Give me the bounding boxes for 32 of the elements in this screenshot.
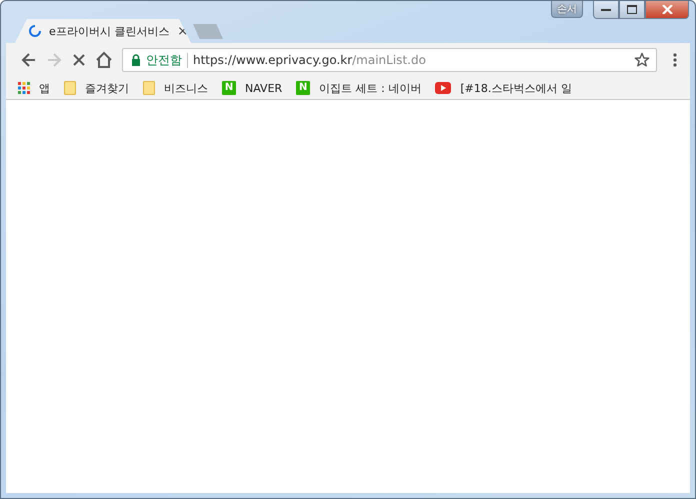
maximize-icon — [627, 5, 637, 14]
site-badge-icon: N — [296, 81, 310, 95]
bookmark-item[interactable]: N 이집트 세트 : 네이버 — [296, 80, 422, 96]
folder-icon — [143, 81, 155, 95]
url-text: https://www.eprivacy.go.kr/mainList.do — [193, 53, 427, 67]
bookmark-star-icon[interactable] — [634, 52, 650, 68]
bookmark-item[interactable]: N NAVER — [222, 81, 282, 95]
bookmark-label: NAVER — [245, 82, 282, 94]
close-icon — [662, 5, 672, 14]
bookmark-label: 즐겨찾기 — [85, 80, 129, 96]
site-badge-icon: N — [222, 81, 236, 95]
bookmark-label: [#18.스타벅스에서 일 — [460, 80, 572, 96]
bookmark-item[interactable]: 비즈니스 — [143, 80, 208, 96]
security-label: 안전함 — [146, 52, 182, 68]
apps-grid-icon — [18, 82, 30, 94]
maximize-button[interactable] — [619, 1, 645, 19]
back-icon[interactable] — [20, 51, 38, 69]
address-bar[interactable]: 안전함 https://www.eprivacy.go.kr/mainList.do — [122, 48, 657, 72]
close-button[interactable] — [645, 1, 689, 19]
bookmark-label: 비즈니스 — [164, 80, 208, 96]
tab-title: e프라이버시 클린서비스 — [49, 24, 170, 38]
folder-icon — [64, 81, 76, 95]
bookmark-item[interactable]: 즐겨찾기 — [64, 80, 129, 96]
menu-icon[interactable] — [672, 52, 678, 68]
play-button-icon — [435, 82, 452, 94]
bookmark-label: 앱 — [39, 80, 50, 96]
home-icon[interactable] — [95, 51, 113, 69]
bookmark-item[interactable]: 앱 — [18, 80, 50, 96]
bookmark-label: 이집트 세트 : 네이버 — [319, 80, 422, 96]
minimize-icon — [601, 8, 611, 12]
bookmark-item[interactable]: [#18.스타벅스에서 일 — [435, 80, 572, 96]
minimize-button[interactable] — [593, 1, 619, 19]
